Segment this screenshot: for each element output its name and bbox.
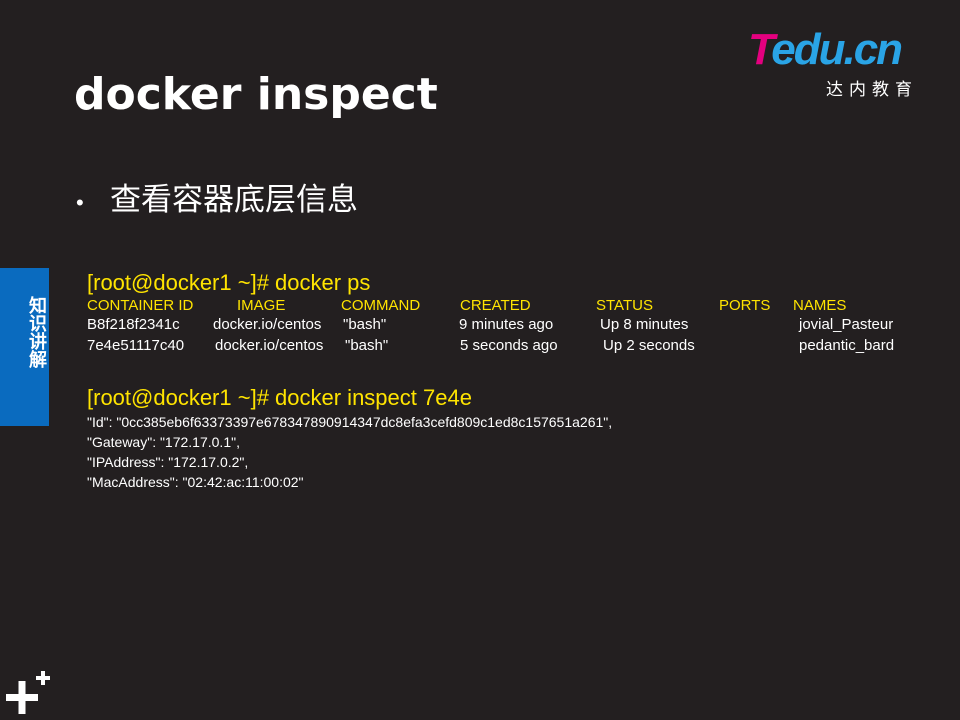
tedu-logo: Tedu.cn 达内教育 [748, 25, 938, 101]
column-header-container-id: CONTAINER ID [87, 297, 194, 314]
json-line-ipaddress: "IPAddress": "172.17.0.2", [87, 454, 249, 470]
side-tab-label: 知识讲解 [26, 296, 47, 368]
json-line-id: "Id": "0cc385eb6f63373397e67834789091434… [87, 414, 613, 430]
command-docker-inspect: [root@docker1 ~]# docker inspect 7e4e [87, 385, 472, 410]
column-header-status: STATUS [596, 297, 653, 314]
plus-icon [6, 671, 50, 714]
bullet-text: 查看容器底层信息 [110, 182, 358, 218]
column-header-ports: PORTS [719, 297, 771, 314]
row1-command: "bash" [343, 316, 387, 333]
logo-letter-t: T [748, 25, 773, 74]
logo-wordmark: Tedu.cn [748, 25, 903, 74]
side-tab: 知识讲解 [0, 268, 49, 426]
row1-image: docker.io/centos [213, 316, 322, 333]
row2-status: Up 2 seconds [603, 337, 695, 354]
row2-command: "bash" [345, 337, 389, 354]
json-line-macaddress: "MacAddress": "02:42:ac:11:00:02" [87, 474, 304, 490]
row1-status: Up 8 minutes [600, 316, 689, 333]
row1-names: jovial_Pasteur [799, 316, 894, 333]
column-header-created: CREATED [460, 297, 531, 314]
row1-created: 9 minutes ago [459, 316, 554, 333]
column-header-image: IMAGE [237, 297, 286, 314]
row2-image: docker.io/centos [215, 337, 324, 354]
logo-subtitle: 达内教育 [826, 80, 918, 100]
row2-names: pedantic_bard [799, 337, 895, 354]
command-docker-ps: [root@docker1 ~]# docker ps [87, 270, 371, 295]
column-header-command: COMMAND [341, 297, 421, 314]
row1-container-id: B8f218f2341c [87, 316, 180, 333]
logo-word-rest: edu.cn [771, 25, 903, 74]
column-header-names: NAMES [793, 297, 847, 314]
row2-created: 5 seconds ago [460, 337, 558, 354]
json-line-gateway: "Gateway": "172.17.0.1", [87, 434, 240, 450]
slide-title: docker inspect [74, 69, 438, 120]
row2-container-id: 7e4e51117c40 [87, 337, 185, 354]
bullet-marker: • [76, 190, 84, 215]
